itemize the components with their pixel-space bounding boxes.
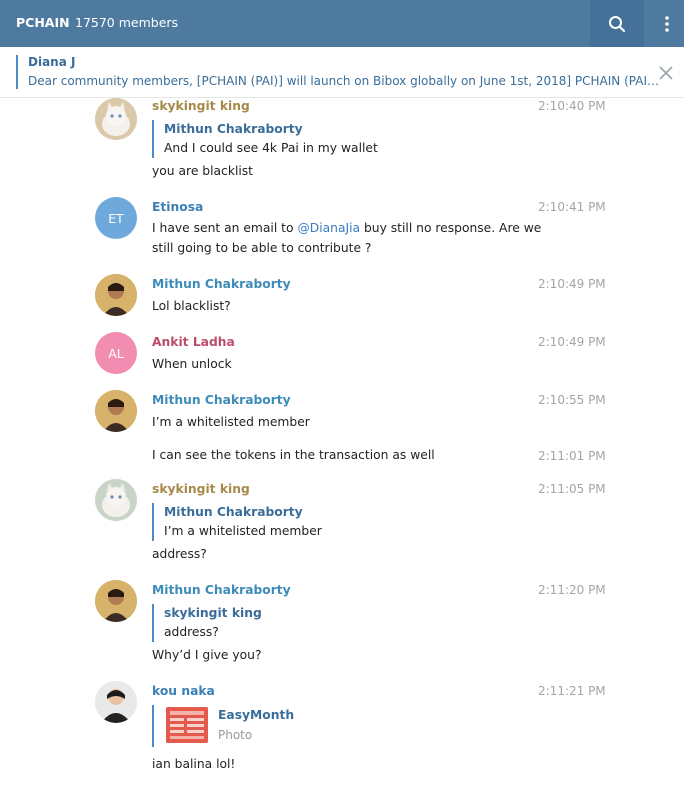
person-avatar-icon	[95, 580, 137, 622]
photo-thumbnail	[166, 707, 208, 743]
message-text: you are blacklist	[152, 164, 253, 178]
reply-author: EasyMonth	[218, 708, 295, 722]
reply-author: Mithun Chakraborty	[164, 505, 303, 519]
message-author[interactable]: Mithun Chakraborty	[152, 393, 291, 407]
message-time: 2:10:55 PM	[538, 393, 606, 407]
message-author[interactable]: kou naka	[152, 684, 215, 698]
message-time: 2:11:20 PM	[538, 583, 606, 597]
message-author[interactable]: Mithun Chakraborty	[152, 583, 291, 597]
pinned-author: Diana J	[28, 55, 76, 69]
reply-text: address?	[164, 625, 219, 639]
pinned-text: Dear community members, [PCHAIN (PAI)] w…	[28, 74, 660, 88]
avatar[interactable]	[95, 681, 137, 723]
chat-title[interactable]: PCHAIN	[16, 15, 70, 30]
message-text: Why’d I give you?	[152, 648, 262, 662]
reply-author: Mithun Chakraborty	[164, 122, 303, 136]
pinned-accent-bar	[16, 55, 18, 89]
message-text: address?	[152, 547, 207, 561]
avatar[interactable]	[95, 390, 137, 432]
message-text: When unlock	[152, 357, 232, 371]
more-vertical-icon	[665, 15, 669, 32]
person-avatar-icon	[95, 274, 137, 316]
reply-quote[interactable]: skykingit king address?	[152, 604, 262, 642]
avatar[interactable]: AL	[95, 332, 137, 374]
cat-avatar-icon	[95, 98, 137, 140]
message-time: 2:10:41 PM	[538, 200, 606, 214]
mention-link[interactable]: @DianaJia	[297, 221, 360, 235]
message-text-part: I have sent an email to	[152, 221, 298, 235]
message-author[interactable]: Mithun Chakraborty	[152, 277, 291, 291]
message-author[interactable]: skykingit king	[152, 99, 250, 113]
avatar[interactable]: ET	[95, 197, 137, 239]
member-count: 17570 members	[75, 15, 179, 30]
person-avatar-icon	[95, 681, 137, 723]
search-icon	[609, 15, 626, 32]
message-text: ian balina lol!	[152, 757, 236, 771]
reply-text: Photo	[218, 728, 253, 742]
message-list[interactable]: skykingit king 2:10:40 PM Mithun Chakrab…	[0, 98, 684, 801]
reply-author: skykingit king	[164, 606, 262, 620]
reply-quote[interactable]: Mithun Chakraborty And I could see 4k Pa…	[152, 120, 378, 158]
reply-quote-photo[interactable]: EasyMonth Photo	[152, 705, 352, 747]
search-button[interactable]	[590, 0, 644, 47]
message-text: I can see the tokens in the transaction …	[152, 448, 435, 462]
message-time: 2:11:05 PM	[538, 482, 606, 496]
pinned-message[interactable]: Diana J Dear community members, [PCHAIN …	[0, 47, 684, 98]
message-time: 2:11:01 PM	[538, 449, 606, 463]
close-icon	[659, 66, 673, 80]
message-time: 2:11:21 PM	[538, 684, 606, 698]
more-options-button[interactable]	[650, 0, 684, 47]
message-author[interactable]: Ankit Ladha	[152, 335, 235, 349]
message-time: 2:10:49 PM	[538, 277, 606, 291]
avatar[interactable]	[95, 479, 137, 521]
message-text: Lol blacklist?	[152, 299, 231, 313]
message-author[interactable]: skykingit king	[152, 482, 250, 496]
pinned-close-button[interactable]	[656, 63, 676, 83]
message-text-line2: still going to be able to contribute ?	[152, 241, 372, 255]
message-author[interactable]: Etinosa	[152, 200, 203, 214]
message-text: I’m a whitelisted member	[152, 415, 310, 429]
reply-text: And I could see 4k Pai in my wallet	[164, 141, 378, 155]
avatar-initials: AL	[108, 345, 124, 361]
message-time: 2:10:40 PM	[538, 99, 606, 113]
reply-text: I’m a whitelisted member	[164, 524, 322, 538]
reply-quote[interactable]: Mithun Chakraborty I’m a whitelisted mem…	[152, 503, 322, 541]
message-text-part: buy still no response. Are we	[360, 221, 542, 235]
avatar[interactable]	[95, 98, 137, 140]
chat-header[interactable]: PCHAIN 17570 members	[0, 0, 684, 47]
avatar[interactable]	[95, 580, 137, 622]
avatar-initials: ET	[108, 210, 124, 226]
message-time: 2:10:49 PM	[538, 335, 606, 349]
avatar[interactable]	[95, 274, 137, 316]
photo-icon	[166, 707, 208, 743]
message-text: I have sent an email to @DianaJia buy st…	[152, 219, 541, 238]
person-avatar-icon	[95, 390, 137, 432]
cat-avatar-icon	[95, 479, 137, 521]
